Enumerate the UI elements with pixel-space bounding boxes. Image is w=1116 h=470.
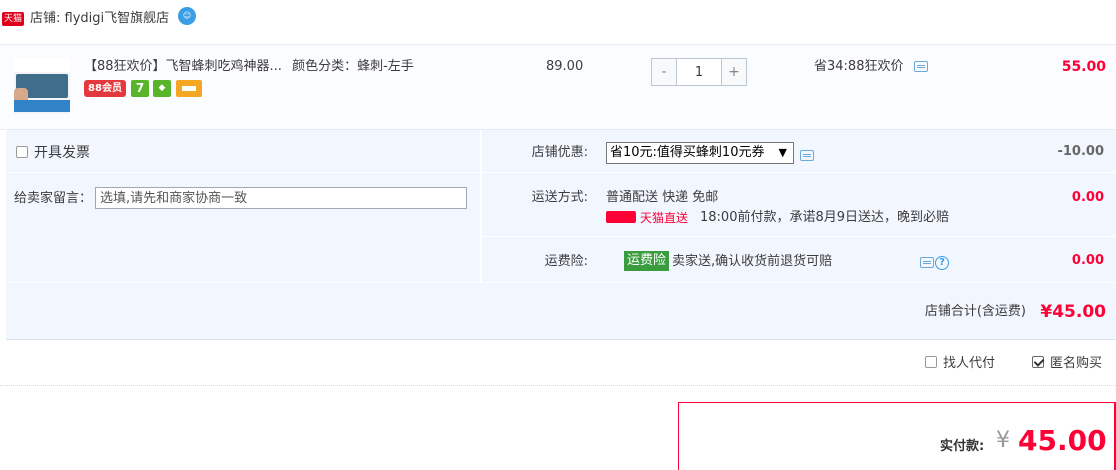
saving-info: 省34:88狂欢价 (814, 58, 928, 76)
anonymous-purchase-option[interactable]: 匿名购买 (1032, 355, 1102, 373)
credit-card-badge-icon (176, 80, 202, 97)
guarantee-badge-icon: ◆ (153, 80, 171, 97)
increase-quantity-button[interactable]: + (722, 59, 746, 85)
insurance-icons: ? (920, 255, 949, 270)
store-name-link[interactable]: 店铺: flydigi飞智旗舰店 (30, 10, 169, 28)
item-total: 55.00 (1061, 59, 1106, 75)
quantity-input[interactable] (676, 59, 722, 85)
product-title[interactable]: 【88狂欢价】飞智蜂刺吃鸡神器... 颜色分类：蜂刺-左手 (84, 58, 414, 76)
coupon-label: 店铺优惠: (531, 145, 588, 160)
store-subtotal-label: 店铺合计(含运费) (924, 304, 1026, 319)
proxy-pay-checkbox[interactable] (925, 356, 937, 368)
row-divider (6, 172, 1116, 173)
member-price-badge: 88会员价 (84, 80, 126, 111)
row-divider (482, 236, 1116, 237)
seven-day-return-badge: 7 (131, 80, 149, 97)
coupon-amount: -10.00 (1057, 144, 1104, 159)
anonymous-purchase-checkbox[interactable] (1032, 356, 1044, 368)
saving-text: 省34:88狂欢价 (814, 59, 904, 74)
product-spec: 颜色分类：蜂刺-左手 (292, 59, 414, 74)
shipping-method: 普通配送 快递 免邮 (606, 190, 719, 205)
invoice-option[interactable]: 开具发票 (16, 144, 90, 162)
quantity-stepper[interactable]: - + (651, 58, 747, 86)
proxy-pay-label: 找人代付 (943, 356, 996, 371)
row-divider (6, 282, 1116, 283)
tmall-direct-badge: 天猫直送 (606, 209, 688, 227)
payment-label: 实付款: (940, 439, 985, 454)
comment-icon[interactable] (920, 257, 934, 268)
comment-icon[interactable] (913, 61, 928, 72)
insurance-amount: 0.00 (1071, 253, 1104, 268)
anonymous-purchase-label: 匿名购买 (1050, 356, 1103, 371)
message-to-seller-input[interactable] (95, 187, 467, 209)
proxy-pay-option[interactable]: 找人代付 (925, 355, 995, 373)
decrease-quantity-button[interactable]: - (652, 59, 676, 85)
column-divider (480, 130, 482, 282)
insurance-description: 卖家送,确认收货前退货可赔 (672, 254, 833, 269)
coupon-selected-value: 省10元:值得买蜂刺10元券 (610, 145, 765, 160)
store-subtotal-amount: ¥45.00 (1040, 302, 1106, 322)
payment-amount: 45.00 (1018, 424, 1107, 457)
help-icon[interactable]: ? (935, 255, 949, 270)
insurance-tag: 运费险 (624, 251, 670, 271)
coupon-select[interactable]: 省10元:值得买蜂刺10元券 ▼ (606, 142, 794, 164)
tmall-logo: 天猫 (2, 12, 24, 26)
dropdown-arrow-icon: ▼ (778, 146, 787, 159)
tmall-direct-icon (606, 211, 636, 223)
product-title-text[interactable]: 【88狂欢价】飞智蜂刺吃鸡神器... (84, 59, 282, 74)
message-label: 给卖家留言： (14, 191, 93, 206)
shipping-amount: 0.00 (1071, 190, 1104, 205)
insurance-label: 运费险: (544, 254, 588, 269)
tmall-direct-label: 天猫直送 (640, 211, 689, 225)
shipping-label: 运送方式: (531, 190, 588, 205)
product-thumbnail[interactable] (14, 58, 70, 114)
comment-icon[interactable] (800, 150, 814, 161)
payment-currency: ¥ (996, 428, 1010, 453)
unit-price: 89.00 (546, 59, 584, 74)
invoice-label: 开具发票 (34, 145, 90, 161)
wangwang-chat-icon[interactable]: ☺ (178, 7, 196, 25)
shipping-promise: 18:00前付款，承诺8月9日送达，晚到必赔 (700, 210, 950, 225)
invoice-checkbox[interactable] (16, 146, 28, 158)
